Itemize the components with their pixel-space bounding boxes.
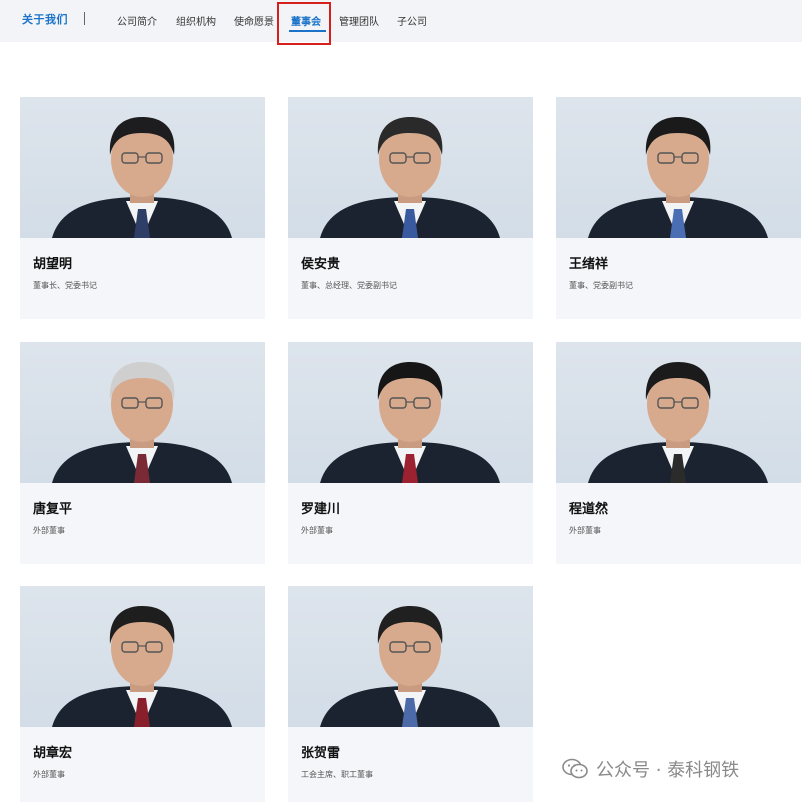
member-photo [556,97,801,238]
portrait-illustration [588,362,768,483]
member-card[interactable]: 张贺雷 工会主席、职工董事 [288,586,533,802]
member-card[interactable]: 王绪祥 董事、党委副书记 [556,97,801,319]
member-card[interactable]: 胡章宏 外部董事 [20,586,265,802]
member-title: 外部董事 [301,526,333,535]
member-photo [20,586,265,727]
member-photo [20,342,265,483]
member-title: 工会主席、职工董事 [301,770,373,779]
member-name: 张贺雷 [301,746,341,761]
highlight-box [277,2,331,45]
member-photo [556,342,801,483]
section-title[interactable]: 关于我们 [22,11,68,27]
member-name: 唐复平 [33,502,73,517]
member-title: 董事、总经理、党委副书记 [301,281,397,290]
portrait-illustration [52,362,232,483]
portrait-illustration [52,117,232,238]
member-title: 外部董事 [33,770,65,779]
member-card[interactable]: 程道然 外部董事 [556,342,801,564]
member-name: 胡望明 [33,257,73,272]
portrait-illustration [320,362,500,483]
member-name: 王绪祥 [569,257,609,272]
nav-item-company-profile[interactable]: 公司简介 [117,13,157,28]
member-name: 胡章宏 [33,746,73,761]
nav-item-organization[interactable]: 组织机构 [176,13,216,28]
member-card[interactable]: 罗建川 外部董事 [288,342,533,564]
member-photo [288,586,533,727]
member-title: 董事、党委副书记 [569,281,633,290]
nav-item-mission-vision[interactable]: 使命愿景 [234,13,274,28]
member-name: 罗建川 [301,502,341,517]
member-photo [20,97,265,238]
nav-item-management-team[interactable]: 管理团队 [339,13,379,28]
member-title: 外部董事 [569,526,601,535]
member-photo [288,97,533,238]
member-name: 侯安贵 [301,257,341,272]
nav-divider [84,12,85,25]
portrait-illustration [320,117,500,238]
watermark-text: 公众号 · 泰科钢铁 [596,760,740,781]
wechat-icon [562,758,588,779]
member-card[interactable]: 唐复平 外部董事 [20,342,265,564]
member-name: 程道然 [569,502,609,517]
watermark: 公众号 · 泰科钢铁 [562,756,739,782]
member-card[interactable]: 侯安贵 董事、总经理、党委副书记 [288,97,533,319]
top-navigation-bar: 关于我们 公司简介 组织机构 使命愿景 董事会 管理团队 子公司 [0,0,802,42]
portrait-illustration [52,606,232,727]
member-title: 外部董事 [33,526,65,535]
member-title: 董事长、党委书记 [33,281,97,290]
portrait-illustration [588,117,768,238]
member-card[interactable]: 胡望明 董事长、党委书记 [20,97,265,319]
portrait-illustration [320,606,500,727]
member-photo [288,342,533,483]
nav-item-subsidiaries[interactable]: 子公司 [397,13,427,28]
